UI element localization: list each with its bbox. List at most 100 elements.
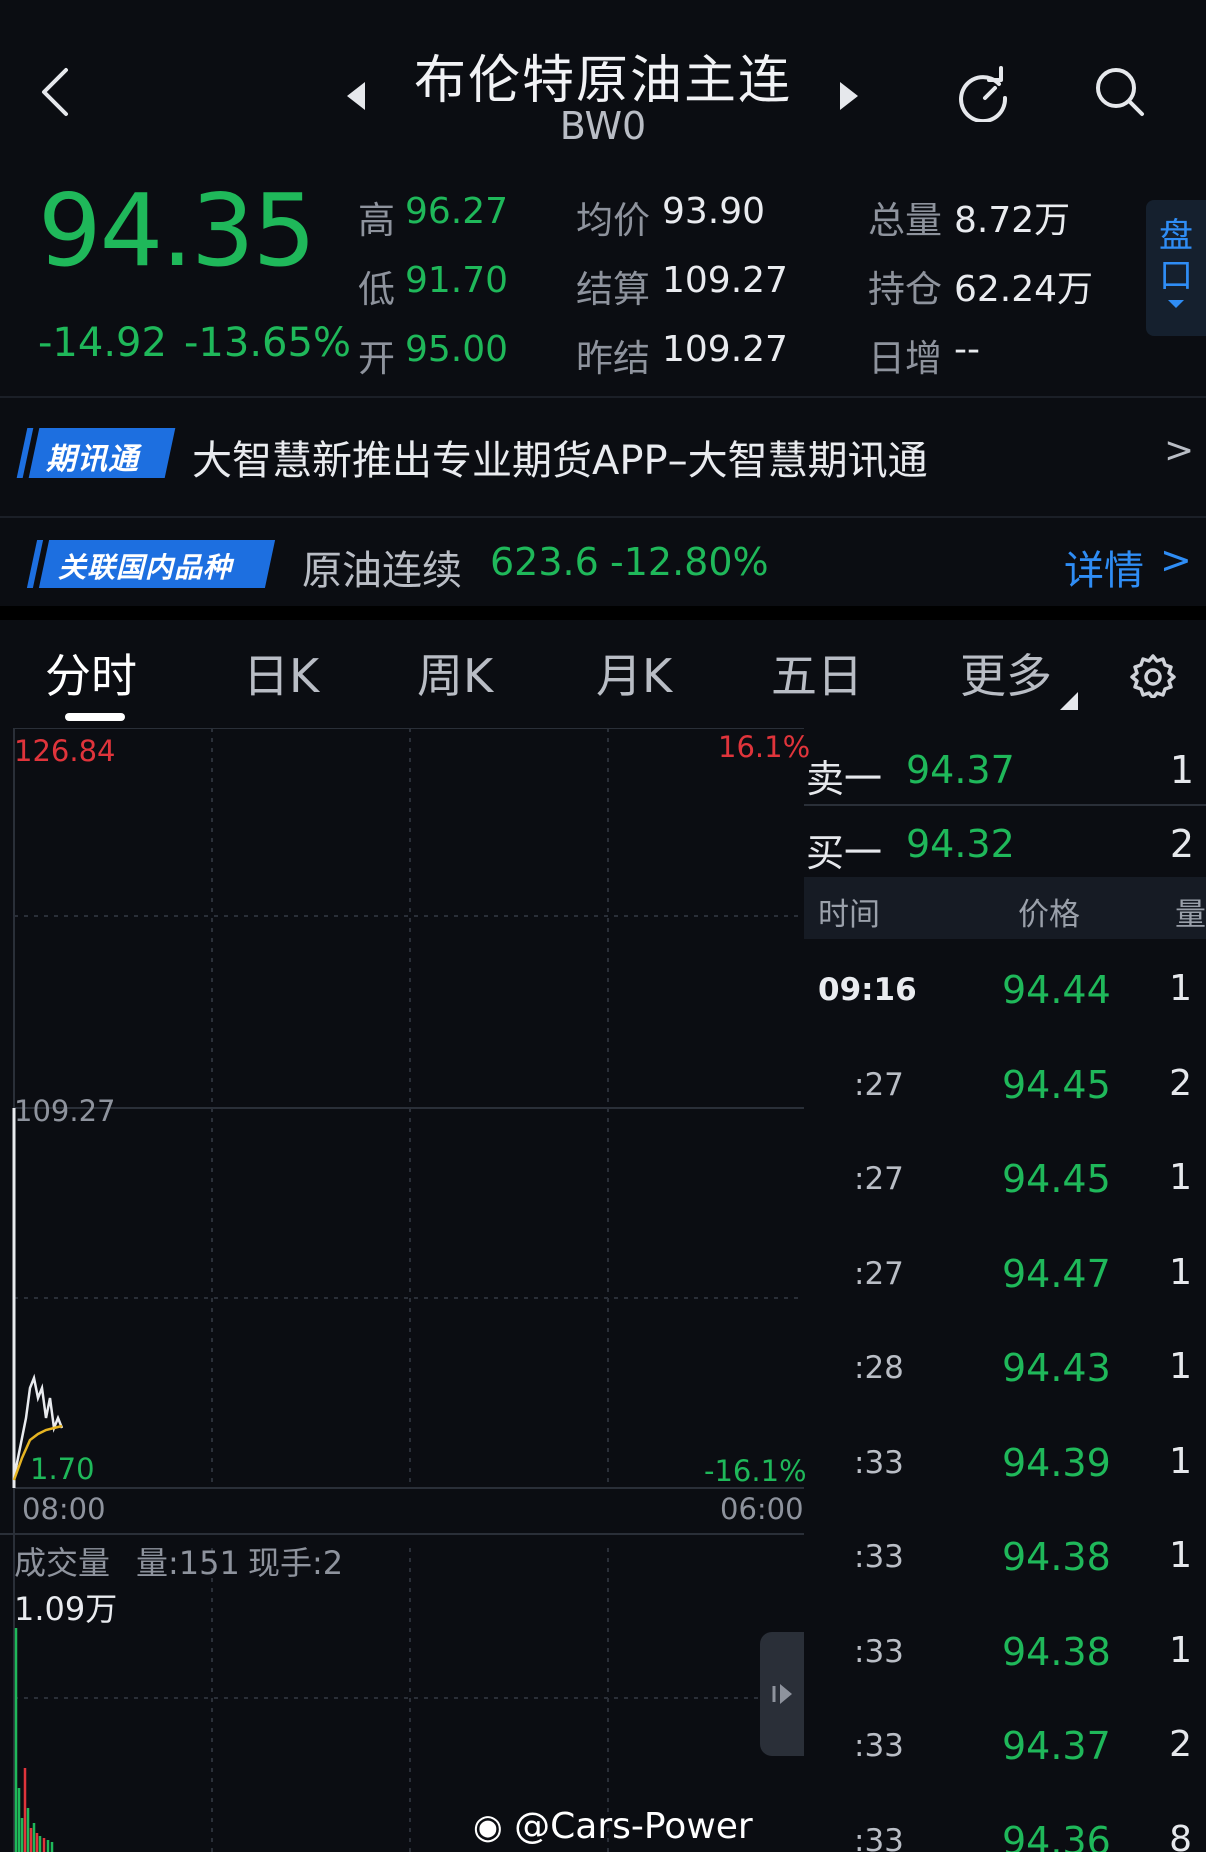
gear-icon[interactable] [1130,652,1176,698]
tick-row: 09:16 94.44 1 [804,968,1206,1028]
tick-price: 94.45 [1002,1157,1111,1201]
tick-row: :33 94.38 1 [804,1630,1206,1690]
daily-inc-value: -- [954,329,980,370]
ask-price: 94.37 [906,748,1015,792]
price-change: -14.92 [38,320,167,366]
ad-banner-text: 大智慧新推出专业期货APP–大智慧期讯通 [192,438,928,484]
chevron-right-icon: > [1164,430,1195,471]
avg-value: 93.90 [662,191,766,232]
tick-time: 09:16 [818,972,917,1008]
bid-row: 买一 94.32 2 [804,806,1206,880]
tab-more[interactable]: 更多 [960,640,1052,706]
tick-qty: 1 [1169,1346,1192,1387]
section-gap [0,606,1206,620]
tick-qty: 1 [1169,1535,1192,1576]
y-axis-mid-label: 109.27 [14,1094,116,1128]
tick-qty: 1 [1169,1440,1192,1482]
watermark-text: @Cars-Power [514,1806,753,1847]
x-axis-start-label: 08:00 [22,1492,106,1526]
tick-time: :33 [854,1728,904,1764]
related-detail-link[interactable]: 详情 [1064,538,1144,596]
bid-qty: 2 [1169,822,1194,866]
tick-qty: 1 [1169,1629,1192,1671]
tick-qty: 1 [1169,1251,1192,1293]
more-dropdown-icon [1060,692,1078,710]
tab-daily-k[interactable]: 日K [243,640,319,706]
ask-qty: 1 [1169,748,1194,792]
tick-time: :28 [854,1350,904,1386]
settle-label: 结算 [576,268,650,311]
related-change-pct: -12.80% [610,540,769,584]
tick-time: :27 [854,1255,904,1292]
pct-axis-bottom-label: -16.1% [704,1454,807,1488]
avg-label: 均价 [576,199,650,242]
tick-time: :33 [854,1633,904,1670]
y-axis-bottom-label: 1.70 [30,1452,95,1486]
x-axis-end-label: 06:00 [720,1492,804,1526]
y-axis-top-label: 126.84 [14,734,116,768]
intraday-chart[interactable]: 126.84 16.1% 109.27 1.70 -16.1% 08:00 06… [0,728,810,1852]
tick-time: :27 [854,1161,904,1197]
tick-price: 94.39 [1002,1440,1111,1485]
tick-row: :33 94.36 8 [804,1819,1206,1852]
tick-price: 94.38 [1002,1535,1111,1579]
ticks-header: 时间 价格 量 [804,877,1206,939]
tick-price: 94.45 [1002,1062,1111,1107]
ticks-header-qty: 量 [1175,897,1206,933]
weibo-icon: ◉ [473,1807,503,1847]
daily-inc-label: 日增 [868,337,942,380]
ask-row: 卖一 94.37 1 [804,732,1206,806]
ad-banner[interactable]: 期讯通 大智慧新推出专业期货APP–大智慧期讯通 > [0,398,1206,516]
price-change-pct: -13.65% [184,320,351,366]
bid-price: 94.32 [906,822,1015,866]
related-domestic[interactable]: 关联国内品种 原油连续 623.6 -12.80% 详情 > [0,518,1206,606]
panel-collapse-handle[interactable] [760,1632,804,1756]
ticks-header-price: 价格 [1018,897,1080,933]
volume-label: 总量 [868,199,942,242]
next-contract-icon[interactable] [840,82,858,110]
low-label: 低 [358,268,395,311]
tick-qty: 1 [1169,968,1192,1009]
volume-value: 8.72万 [954,200,1071,241]
tick-price: 94.38 [1002,1629,1111,1674]
ticks-header-time: 时间 [818,897,880,933]
open-value: 95.00 [405,329,509,370]
refresh-icon[interactable] [955,66,1011,122]
tick-price: 94.44 [1002,968,1111,1012]
tick-qty: 1 [1169,1157,1192,1198]
tick-row: :33 94.37 2 [804,1724,1206,1784]
tab-active-indicator [65,713,125,721]
search-icon[interactable] [1092,64,1148,120]
bid-label: 买一 [806,831,883,875]
tab-intraday[interactable]: 分时 [45,640,137,706]
collapse-arrow-icon [772,1684,792,1704]
tab-monthly-k[interactable]: 月K [596,640,672,706]
top-bar: 布伦特原油主连 BW0 [0,0,1206,170]
tick-qty: 8 [1169,1818,1192,1852]
volume-current: 量:151 [136,1544,240,1582]
pankou-toggle[interactable]: 盘 口 [1146,200,1206,336]
tick-time: :33 [854,1539,904,1575]
related-tag: 关联国内品种 [58,551,233,584]
tab-five-day[interactable]: 五日 [771,640,863,706]
tick-qty: 2 [1169,1724,1192,1765]
volume-title: 成交量 [14,1544,111,1582]
ask-label: 卖一 [806,757,883,801]
prev-settle-value: 109.27 [662,329,788,370]
tick-row: :27 94.45 1 [804,1157,1206,1217]
related-price: 623.6 [490,540,599,584]
settle-value: 109.27 [662,260,788,301]
open-interest-value: 62.24万 [954,269,1094,310]
open-interest-label: 持仓 [868,268,942,311]
tick-row: :33 94.38 1 [804,1535,1206,1595]
low-value: 91.70 [405,260,509,301]
tick-price: 94.37 [1002,1724,1111,1768]
tab-weekly-k[interactable]: 周K [417,640,493,706]
tick-price: 94.47 [1002,1251,1111,1296]
tick-qty: 2 [1169,1062,1192,1104]
tick-time: :33 [854,1444,904,1481]
tick-time: :33 [854,1822,904,1852]
caret-down-icon [1168,300,1184,308]
prev-settle-label: 昨结 [576,337,650,380]
ad-banner-tag: 期讯通 [46,442,139,477]
